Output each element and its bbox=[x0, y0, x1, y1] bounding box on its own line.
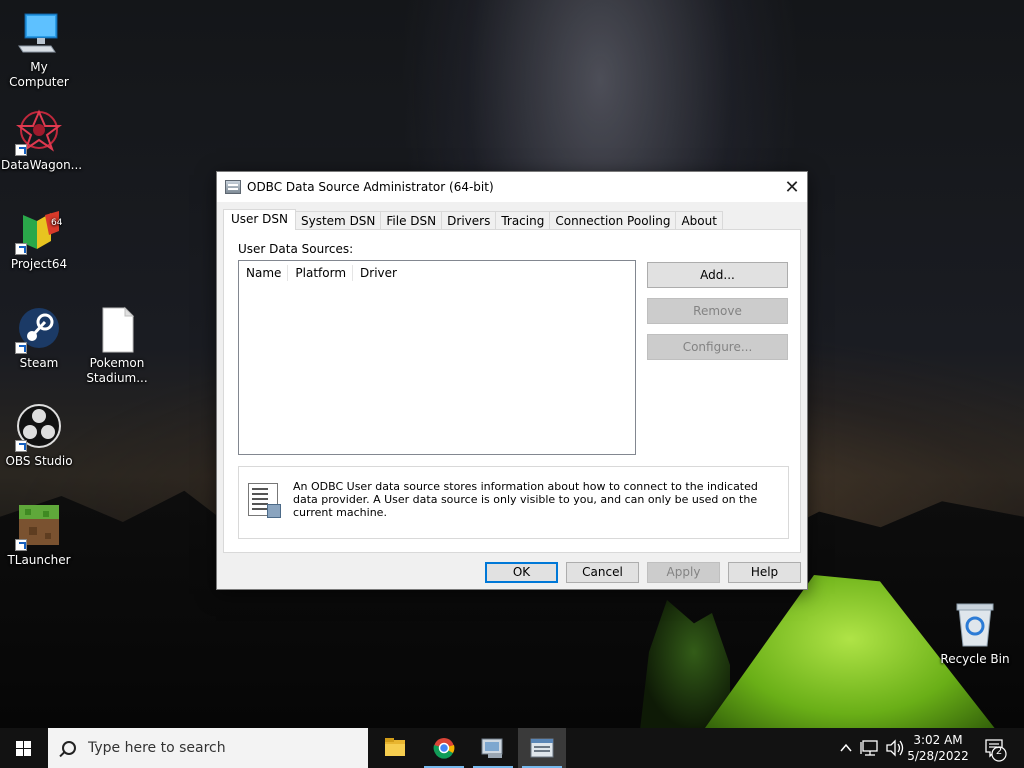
tlauncher-icon bbox=[15, 503, 63, 551]
chrome-icon bbox=[433, 738, 455, 759]
file-icon bbox=[93, 306, 141, 354]
taskbar-odbc-app-2[interactable] bbox=[518, 728, 566, 768]
column-header-platform[interactable]: Platform bbox=[288, 265, 354, 281]
desktop-icon-project64[interactable]: 64 Project64 bbox=[1, 207, 77, 272]
apply-button[interactable]: Apply bbox=[647, 562, 720, 583]
desktop-icon-label: TLauncher bbox=[7, 553, 71, 567]
taskbar-search-box[interactable] bbox=[48, 728, 368, 768]
project64-icon: 64 bbox=[15, 207, 63, 255]
column-header-driver[interactable]: Driver bbox=[353, 265, 403, 281]
obs-icon bbox=[15, 404, 63, 452]
shortcut-arrow-icon bbox=[15, 144, 27, 156]
tab-user-dsn[interactable]: User DSN bbox=[223, 209, 296, 230]
info-text: An ODBC User data source stores informat… bbox=[293, 480, 758, 519]
show-hidden-icons-button[interactable] bbox=[838, 728, 854, 768]
column-header-name[interactable]: Name bbox=[239, 265, 289, 281]
taskbar-file-explorer[interactable] bbox=[371, 728, 419, 768]
desktop-icon-label: OBS Studio bbox=[5, 454, 73, 468]
configure-button[interactable]: Configure... bbox=[647, 334, 788, 360]
add-button[interactable]: Add... bbox=[647, 262, 788, 288]
close-icon: ✕ bbox=[784, 176, 800, 198]
shortcut-arrow-icon bbox=[15, 243, 27, 255]
shortcut-arrow-icon bbox=[15, 539, 27, 551]
odbc-taskbar-icon bbox=[530, 738, 554, 758]
data-source-info-icon bbox=[248, 483, 281, 518]
shortcut-arrow-icon bbox=[15, 440, 27, 452]
user-dsn-panel: User Data Sources: Name Platform Driver … bbox=[223, 229, 801, 553]
help-button[interactable]: Help bbox=[728, 562, 801, 583]
datawagon-icon bbox=[15, 108, 63, 156]
desktop-icon-tlauncher[interactable]: TLauncher bbox=[1, 503, 77, 568]
user-data-sources-label: User Data Sources: bbox=[238, 242, 354, 256]
start-button[interactable] bbox=[0, 728, 48, 768]
dialog-title: ODBC Data Source Administrator (64-bit) bbox=[247, 180, 494, 194]
speaker-icon bbox=[886, 739, 904, 757]
desktop-icon-datawagon[interactable]: DataWagon... bbox=[1, 108, 83, 173]
odbc-admin-dialog: ODBC Data Source Administrator (64-bit) … bbox=[216, 171, 808, 590]
desktop-icon-recycle-bin[interactable]: Recycle Bin bbox=[937, 602, 1013, 667]
taskbar-odbc-app-1[interactable] bbox=[469, 728, 517, 768]
windows-logo-icon bbox=[16, 741, 32, 756]
dialog-titlebar[interactable]: ODBC Data Source Administrator (64-bit) … bbox=[217, 172, 807, 202]
search-input[interactable] bbox=[88, 740, 338, 756]
taskbar-chrome[interactable] bbox=[420, 728, 468, 768]
tab-file-dsn[interactable]: File DSN bbox=[380, 211, 443, 230]
network-tray-button[interactable] bbox=[860, 728, 882, 768]
chevron-up-icon bbox=[840, 743, 852, 752]
desktop-icon-label: Project64 bbox=[10, 257, 68, 271]
odbc-app-icon bbox=[225, 180, 241, 194]
clock-time: 3:02 AM bbox=[913, 733, 963, 747]
tab-drivers[interactable]: Drivers bbox=[441, 211, 497, 230]
computer-icon bbox=[15, 10, 63, 58]
remove-button[interactable]: Remove bbox=[647, 298, 788, 324]
tab-strip: User DSN System DSN File DSN Drivers Tra… bbox=[223, 209, 723, 230]
system-tool-icon bbox=[481, 738, 503, 758]
search-icon bbox=[62, 741, 76, 755]
tab-system-dsn[interactable]: System DSN bbox=[295, 211, 382, 230]
desktop-icon-label: Recycle Bin bbox=[940, 652, 1010, 666]
volume-tray-button[interactable] bbox=[884, 728, 906, 768]
desktop-icon-steam[interactable]: Steam bbox=[1, 306, 77, 371]
desktop-icon-label: My Computer bbox=[9, 60, 69, 89]
recycle-bin-icon bbox=[951, 602, 999, 650]
desktop-icon-label: Steam bbox=[19, 356, 59, 370]
notification-count-badge: 2 bbox=[995, 746, 1003, 757]
list-header: Name Platform Driver bbox=[239, 261, 635, 285]
tab-connection-pooling[interactable]: Connection Pooling bbox=[549, 211, 677, 230]
clock-date: 5/28/2022 bbox=[907, 749, 969, 763]
taskbar-clock[interactable]: 3:02 AM 5/28/2022 bbox=[906, 732, 970, 764]
info-box: An ODBC User data source stores informat… bbox=[238, 466, 789, 539]
network-icon bbox=[860, 740, 878, 756]
desktop-icon-pokemon-stadium[interactable]: Pokemon Stadium... bbox=[79, 306, 155, 386]
close-button[interactable]: ✕ bbox=[777, 172, 807, 202]
ok-button[interactable]: OK bbox=[485, 562, 558, 583]
desktop-icon-label: Pokemon Stadium... bbox=[86, 356, 148, 385]
folder-icon bbox=[385, 738, 405, 756]
svg-text:64: 64 bbox=[51, 218, 63, 228]
desktop-icon-label: DataWagon... bbox=[1, 158, 83, 172]
desktop-icon-my-computer[interactable]: My Computer bbox=[1, 10, 77, 90]
action-center-button[interactable]: 2 bbox=[980, 728, 1010, 768]
shortcut-arrow-icon bbox=[15, 342, 27, 354]
tab-tracing[interactable]: Tracing bbox=[495, 211, 551, 230]
desktop-icon-obs-studio[interactable]: OBS Studio bbox=[1, 404, 77, 469]
data-sources-list[interactable]: Name Platform Driver bbox=[238, 260, 636, 455]
taskbar: 3:02 AM 5/28/2022 2 bbox=[0, 728, 1024, 768]
tab-about[interactable]: About bbox=[675, 211, 723, 230]
steam-icon bbox=[15, 306, 63, 354]
cancel-button[interactable]: Cancel bbox=[566, 562, 639, 583]
